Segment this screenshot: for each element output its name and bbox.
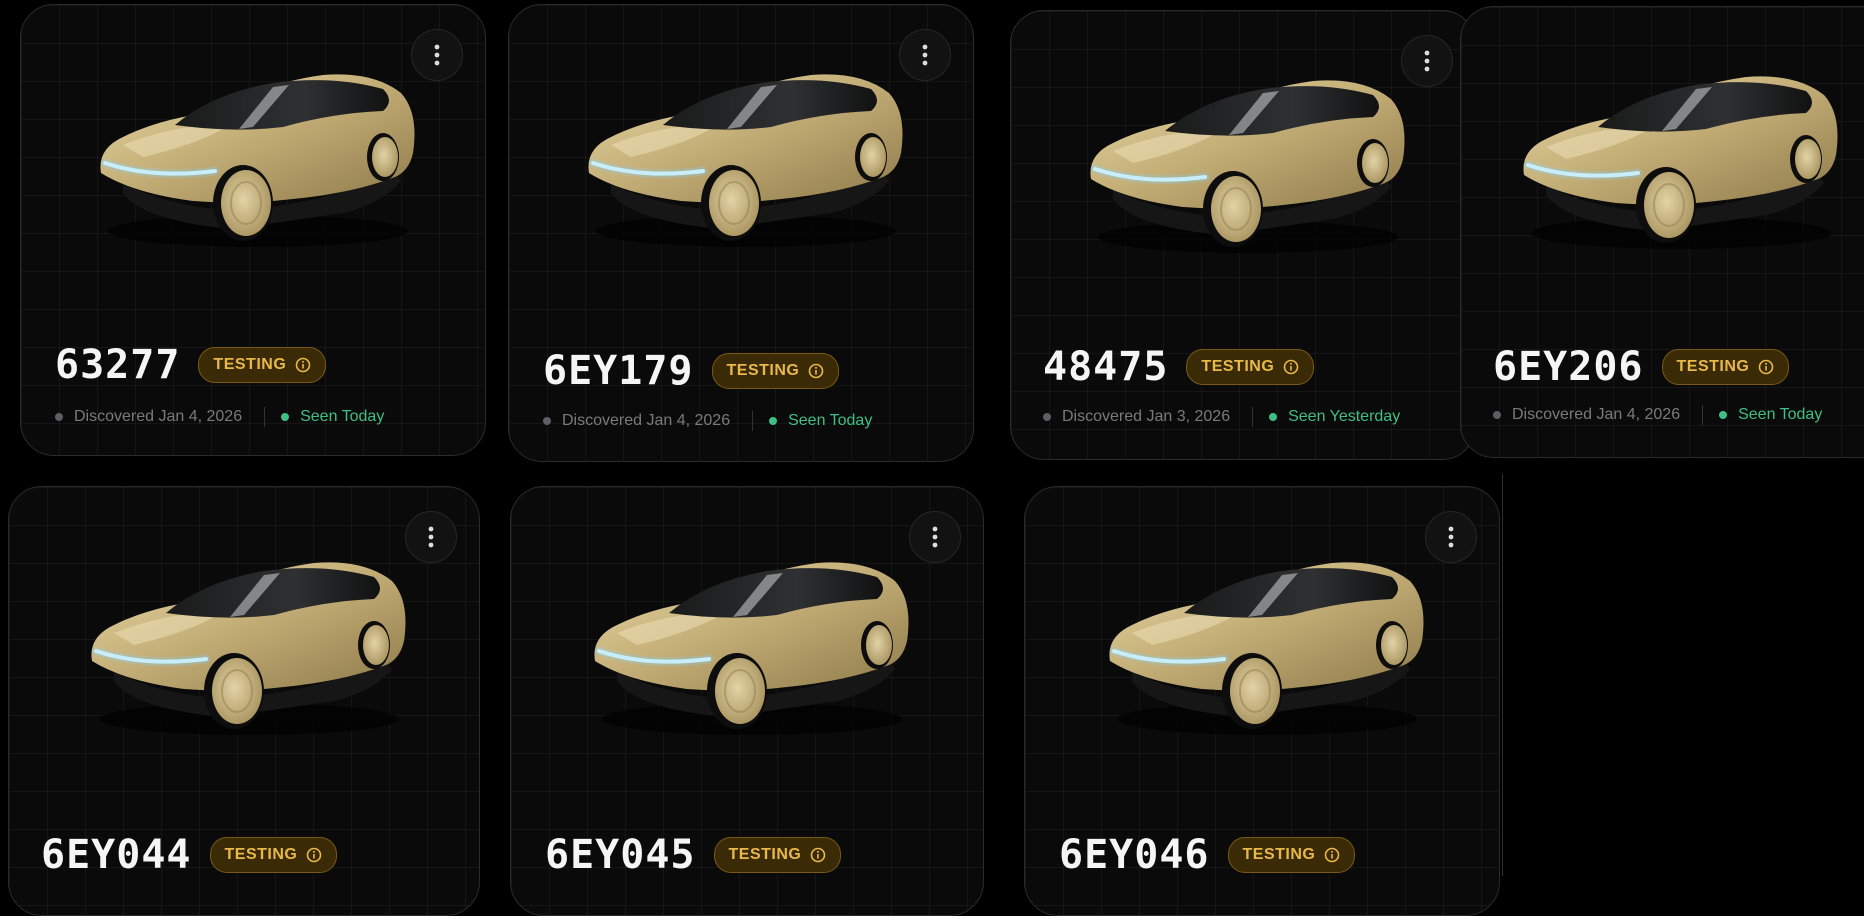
divider	[1702, 405, 1704, 425]
status-label: TESTING	[728, 846, 802, 863]
info-icon	[295, 357, 311, 373]
seen-text: Seen Today	[1738, 406, 1823, 423]
seen-text: Seen Today	[788, 412, 873, 429]
seen-status: Seen Yesterday	[1269, 408, 1400, 426]
vehicle-card[interactable]: 6EY179 TESTING Discovered Jan 4, 2026 Se…	[508, 4, 974, 462]
discovered-text: Discovered Jan 4, 2026	[1512, 406, 1681, 423]
vehicle-image	[74, 541, 414, 751]
seen-status: Seen Today	[281, 408, 384, 426]
seen-text: Seen Yesterday	[1288, 408, 1401, 425]
vehicle-id: 48475	[1043, 344, 1169, 390]
status-label: TESTING	[1242, 846, 1316, 863]
vehicle-image	[1073, 59, 1413, 269]
divider	[264, 407, 266, 427]
divider	[752, 411, 754, 431]
status-badge[interactable]: TESTING	[209, 837, 338, 873]
divider	[1252, 407, 1254, 427]
vehicle-card[interactable]: 6EY044 TESTING	[8, 486, 480, 916]
status-badge[interactable]: TESTING	[1227, 837, 1356, 873]
vertical-dots-icon	[428, 526, 434, 548]
status-badge[interactable]: TESTING	[1186, 349, 1315, 385]
info-icon	[307, 847, 322, 863]
discovered-date: Discovered Jan 3, 2026	[1043, 408, 1230, 426]
vehicle-card[interactable]: 48475 TESTING Discovered Jan 3, 2026 See…	[1010, 10, 1476, 460]
status-label: TESTING	[1676, 358, 1750, 375]
info-icon	[1283, 359, 1299, 375]
vertical-dots-icon	[932, 526, 938, 548]
seen-status: Seen Today	[769, 412, 872, 430]
status-badge[interactable]: TESTING	[1661, 349, 1790, 385]
vertical-dots-icon	[434, 44, 440, 66]
vehicle-card[interactable]: 6EY045 TESTING	[510, 486, 984, 916]
vehicle-id: 6EY044	[41, 832, 192, 878]
vehicle-id: 6EY206	[1493, 344, 1644, 390]
vehicle-image	[83, 53, 423, 263]
vehicle-id: 6EY046	[1059, 832, 1210, 878]
vehicle-image	[1506, 55, 1846, 265]
divider-line	[1502, 474, 1503, 876]
status-badge[interactable]: TESTING	[198, 347, 327, 383]
discovered-text: Discovered Jan 4, 2026	[74, 408, 243, 425]
status-label: TESTING	[1201, 358, 1275, 375]
more-options-button[interactable]	[1425, 511, 1477, 563]
vehicle-id: 6EY045	[545, 832, 696, 878]
vehicle-id: 63277	[55, 342, 181, 388]
seen-text: Seen Today	[300, 408, 385, 425]
vertical-dots-icon	[1448, 526, 1454, 548]
info-icon	[1759, 359, 1774, 375]
vehicle-card[interactable]: 6EY046 TESTING	[1024, 486, 1500, 916]
status-label: TESTING	[726, 362, 800, 379]
vertical-dots-icon	[922, 44, 928, 66]
status-label: TESTING	[224, 846, 298, 863]
discovered-text: Discovered Jan 3, 2026	[1062, 408, 1231, 425]
vehicle-image	[577, 541, 917, 751]
vehicle-id: 6EY179	[543, 348, 694, 394]
vehicle-card[interactable]: 63277 TESTING Discovered Jan 4, 2026 See…	[20, 4, 486, 456]
seen-status: Seen Today	[1719, 406, 1822, 424]
info-icon	[811, 847, 826, 863]
status-label: TESTING	[213, 356, 287, 373]
discovered-date: Discovered Jan 4, 2026	[1493, 406, 1680, 424]
vehicle-image	[571, 53, 911, 263]
discovered-date: Discovered Jan 4, 2026	[543, 412, 730, 430]
info-icon	[1325, 847, 1340, 863]
vehicle-image	[1092, 541, 1432, 751]
info-icon	[809, 363, 824, 379]
status-badge[interactable]: TESTING	[711, 353, 840, 389]
discovered-text: Discovered Jan 4, 2026	[562, 412, 731, 429]
status-badge[interactable]: TESTING	[713, 837, 842, 873]
vehicle-card[interactable]: 6EY206 TESTING Discovered Jan 4, 2026 Se…	[1460, 6, 1864, 458]
discovered-date: Discovered Jan 4, 2026	[55, 408, 242, 426]
vertical-dots-icon	[1424, 50, 1430, 72]
